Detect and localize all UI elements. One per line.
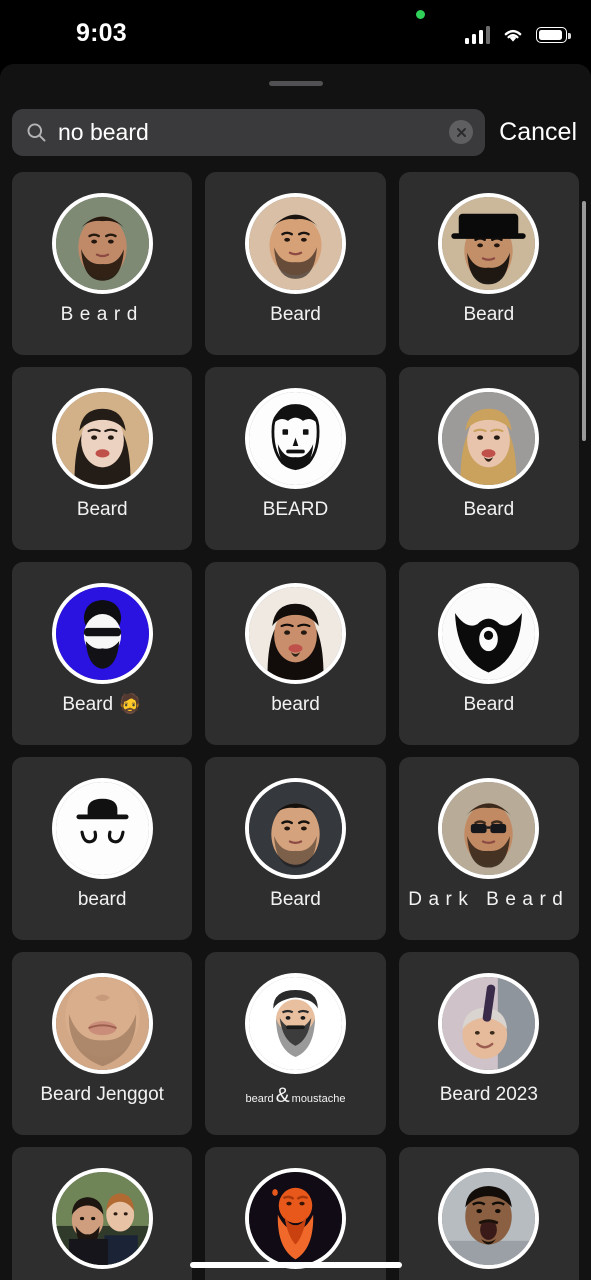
search-bar: no beard Cancel <box>0 104 591 160</box>
orange-bearded-character-avatar <box>248 1172 342 1265</box>
avatar-ring <box>244 193 346 294</box>
search-result-label: BEARD <box>262 499 329 520</box>
two-people-outdoor-photo-avatar <box>55 1172 149 1265</box>
vertical-scroll-indicator[interactable] <box>582 201 586 441</box>
avatar-ring <box>438 778 540 879</box>
bearded-man-photo-avatar <box>55 197 149 290</box>
search-result-label: Beard 2023 <box>439 1084 538 1105</box>
search-result-card[interactable]: Beard <box>205 172 386 355</box>
search-result-card[interactable]: Beard <box>12 367 193 550</box>
recording-indicator-dot <box>416 10 425 19</box>
search-results-grid[interactable]: Beard Beard Beard Beard BEARD Beard Bear… <box>0 172 591 1280</box>
search-result-label: Beard <box>463 694 515 715</box>
smiling-woman-photo-avatar <box>248 587 342 680</box>
avatar-ring <box>438 388 540 489</box>
search-input-value: no beard <box>58 120 149 144</box>
sheet-grabber-handle[interactable] <box>268 81 323 86</box>
search-result-label: beard& moustache <box>245 1084 346 1107</box>
search-result-card[interactable]: Fort beard <box>12 1147 193 1280</box>
status-bar-icons <box>464 22 571 44</box>
search-result-label: beard <box>77 889 127 910</box>
search-result-label: Beard <box>270 304 321 325</box>
search-result-card[interactable]: Beard <box>398 367 579 550</box>
bowler-hat-moustache-icon-avatar <box>55 782 149 875</box>
search-result-card[interactable]: Beard <box>12 172 193 355</box>
avatar-ring <box>244 1168 346 1269</box>
avatar-ring <box>438 193 540 294</box>
search-result-label: Beard 🧔 <box>62 694 142 715</box>
illustrated-bearded-man-avatar <box>248 977 342 1070</box>
avatar-ring <box>244 388 346 489</box>
search-result-card[interactable]: Beard 🧔 <box>12 562 193 745</box>
avatar-ring <box>51 388 153 489</box>
cellular-signal-icon <box>464 26 490 44</box>
search-result-card[interactable]: BEARD <box>205 367 386 550</box>
battery-full-icon <box>536 27 571 43</box>
search-result-card[interactable]: flaming beard <box>205 1147 386 1280</box>
search-result-card[interactable]: Beard <box>398 172 579 355</box>
avatar-ring <box>51 1168 153 1269</box>
search-result-label: Beard <box>76 499 128 520</box>
search-icon <box>27 123 46 141</box>
avatar-ring <box>438 1168 540 1269</box>
stubble-chin-closeup-photo-avatar <box>55 977 149 1070</box>
search-input[interactable]: no beard <box>12 108 486 156</box>
young-woman-photo-avatar <box>55 392 149 485</box>
close-icon <box>456 127 466 137</box>
search-result-label: Dark Beard <box>408 889 570 910</box>
avatar-ring <box>51 583 153 684</box>
search-result-label: Beard Jenggot <box>40 1084 164 1105</box>
avatar-ring <box>51 193 153 294</box>
bearded-face-line-drawing-avatar <box>248 392 342 485</box>
man-sunglasses-beard-photo-avatar <box>442 782 536 875</box>
search-result-label: Beard <box>270 889 321 910</box>
wifi-icon <box>504 29 522 42</box>
phone-screen: 9:03 no beard Cancel Beard Beard Beard B… <box>0 0 591 1280</box>
clear-icon[interactable] <box>449 120 474 144</box>
blue-bearded-sunglasses-icon-avatar <box>55 587 149 680</box>
cancel-button[interactable]: Cancel <box>499 118 577 147</box>
avatar-ring <box>244 973 346 1074</box>
smiling-person-photo-avatar <box>442 977 536 1070</box>
search-result-card[interactable]: Beard 2023 <box>398 952 579 1135</box>
status-bar: 9:03 <box>0 0 591 62</box>
search-result-card[interactable]: Beard <box>205 757 386 940</box>
avatar-ring <box>244 583 346 684</box>
avatar-ring <box>244 778 346 879</box>
search-result-label: Beard <box>463 304 515 325</box>
man-black-hat-beard-photo-avatar <box>442 197 536 290</box>
black-beard-silhouette-avatar <box>442 587 536 680</box>
search-result-label: beard <box>271 694 320 715</box>
search-result-label: Beard <box>463 499 515 520</box>
search-result-card[interactable]: Beard Jenggot <box>12 952 193 1135</box>
man-open-mouth-goatee-photo-avatar <box>442 1172 536 1265</box>
young-man-quiff-photo-avatar <box>248 782 342 875</box>
search-result-card[interactable]: BLACK BEARD <box>398 1147 579 1280</box>
home-indicator <box>189 1262 402 1268</box>
blonde-person-photo-avatar <box>442 392 536 485</box>
avatar-ring <box>438 583 540 684</box>
search-result-card[interactable]: Dark Beard <box>398 757 579 940</box>
search-result-card[interactable]: beard& moustache <box>205 952 386 1135</box>
young-man-goatee-photo-avatar <box>248 197 342 290</box>
avatar-ring <box>438 973 540 1074</box>
search-sheet: no beard Cancel Beard Beard Beard Beard … <box>0 64 591 1280</box>
search-result-card[interactable]: beard <box>12 757 193 940</box>
avatar-ring <box>51 778 153 879</box>
status-bar-time: 9:03 <box>76 19 127 47</box>
search-result-card[interactable]: Beard <box>398 562 579 745</box>
search-result-card[interactable]: beard <box>205 562 386 745</box>
avatar-ring <box>51 973 153 1074</box>
search-result-label: Beard <box>60 304 144 325</box>
